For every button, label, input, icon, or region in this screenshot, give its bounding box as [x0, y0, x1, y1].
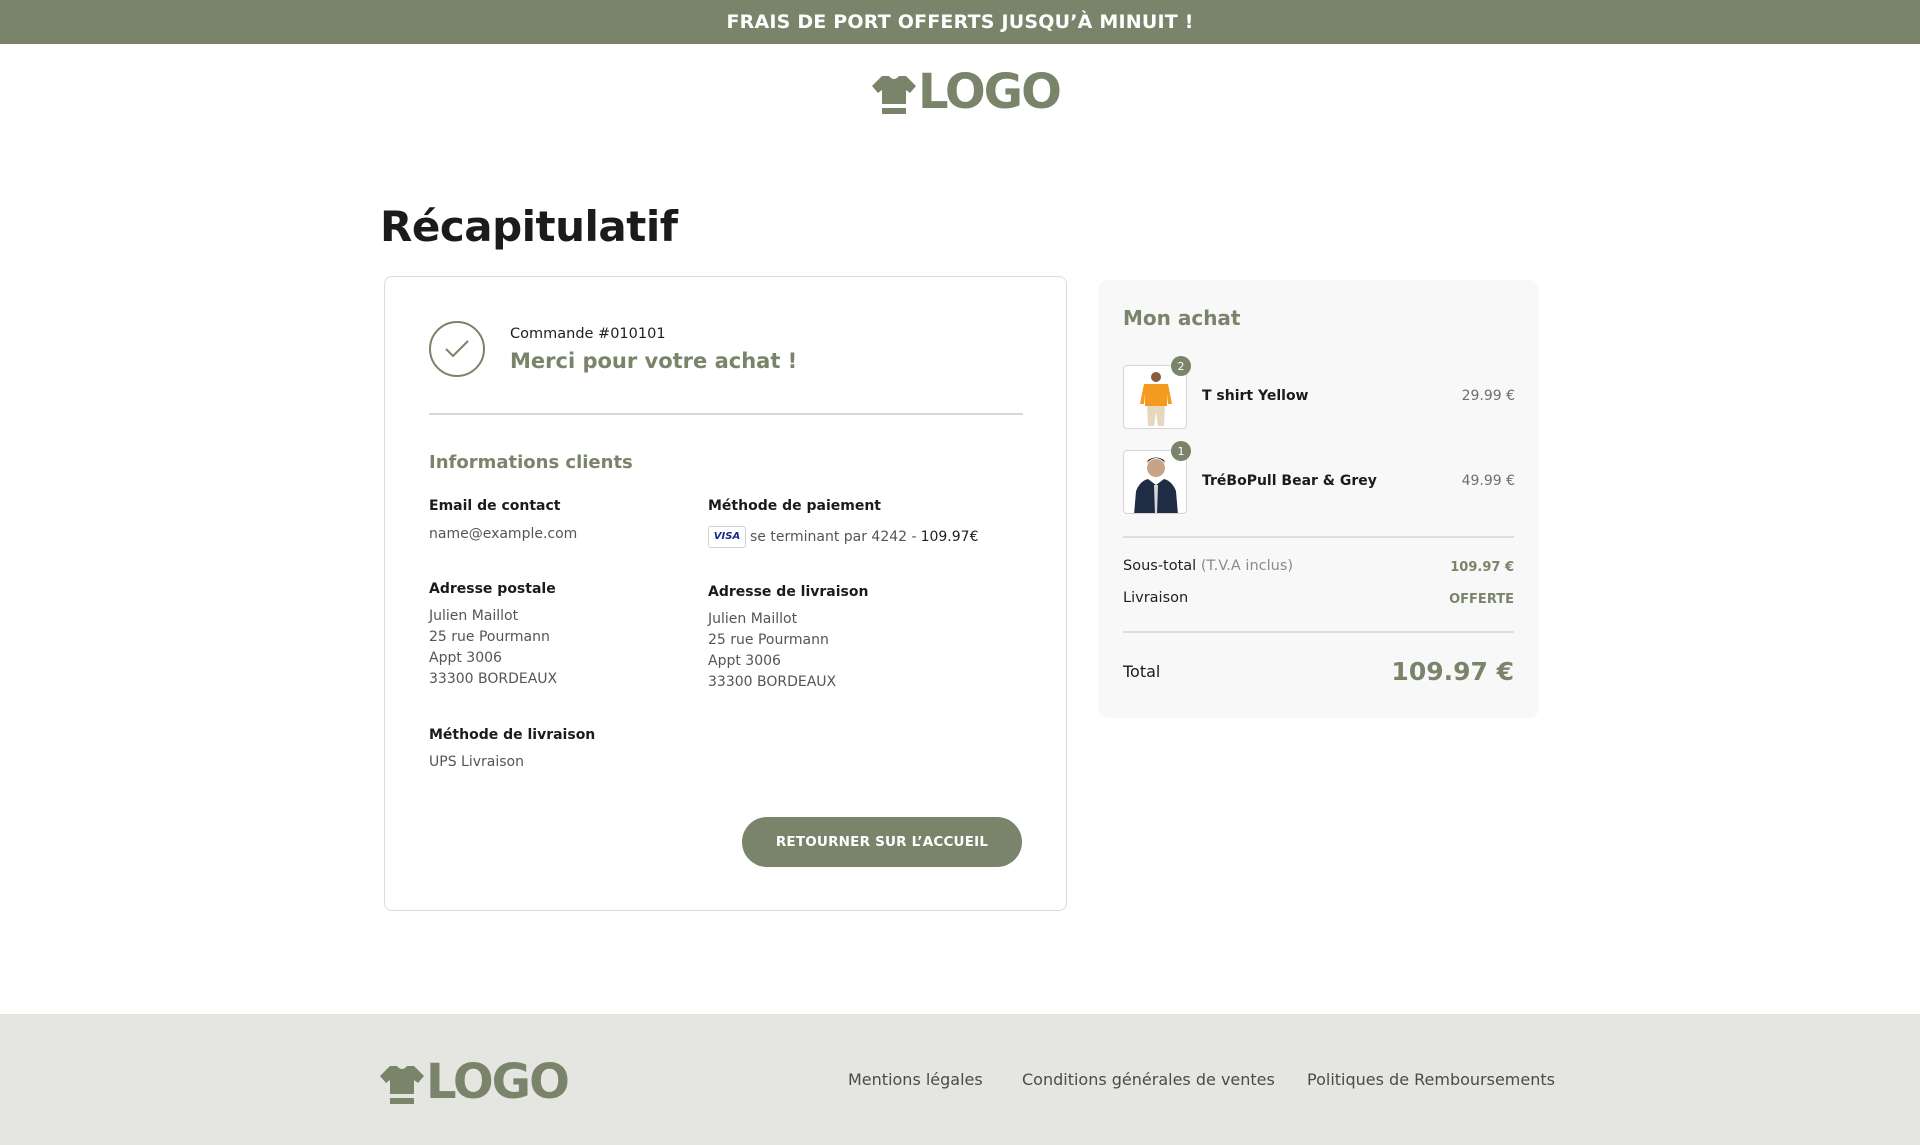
order-confirmation-card: Commande #010101 Merci pour votre achat …: [384, 276, 1067, 911]
postal-line: Appt 3006: [429, 650, 502, 666]
promo-banner: FRAIS DE PORT OFFERTS JUSQU’À MINUIT !: [0, 0, 1920, 44]
order-summary-panel: Mon achat 2 T shirt Yellow 29.99 € 1 Tré…: [1098, 280, 1539, 718]
logo-wordmark: LOGO: [426, 1054, 570, 1110]
delivery-address: Julien Maillot 25 rue Pourmann Appt 3006…: [708, 609, 836, 693]
shipping-method-label: Méthode de livraison: [429, 727, 596, 743]
visa-card-icon: VISA: [708, 526, 746, 548]
delivery-line: 33300 BORDEAUX: [708, 674, 837, 690]
subtotal-note: (T.V.A inclus): [1200, 558, 1294, 574]
footer-link-refunds[interactable]: Politiques de Remboursements: [1307, 1070, 1555, 1089]
postal-line: Julien Maillot: [429, 608, 519, 624]
email-label: Email de contact: [429, 498, 561, 514]
payment-method-value: VISA se terminant par 4242 - 109.97€: [708, 526, 978, 548]
cart-item: 1 TréBoPull Bear & Grey 49.99 €: [1123, 441, 1515, 514]
header-logo[interactable]: LOGO: [872, 64, 1062, 120]
subtotal-label: Sous-total (T.V.A inclus): [1123, 558, 1293, 574]
footer-link-legal[interactable]: Mentions légales: [848, 1070, 983, 1089]
delivery-line: 25 rue Pourmann: [708, 632, 829, 648]
item-name: TréBoPull Bear & Grey: [1202, 473, 1377, 489]
promo-banner-text: FRAIS DE PORT OFFERTS JUSQU’À MINUIT !: [726, 11, 1194, 33]
divider: [1123, 631, 1514, 633]
customer-info-title: Informations clients: [429, 452, 633, 473]
delivery-line: Appt 3006: [708, 653, 781, 669]
payment-text: se terminant par 4242 -: [750, 529, 917, 545]
subtotal-label-text: Sous-total: [1123, 558, 1197, 574]
footer-logo[interactable]: LOGO: [380, 1054, 570, 1110]
email-value: name@example.com: [429, 526, 578, 542]
divider: [429, 413, 1023, 415]
item-price: 49.99 €: [1461, 473, 1515, 489]
item-name: T shirt Yellow: [1202, 388, 1309, 404]
logo-wordmark: LOGO: [918, 64, 1062, 120]
order-number: Commande #010101: [510, 326, 666, 342]
payment-amount: 109.97€: [920, 529, 979, 545]
footer-link-terms[interactable]: Conditions générales de ventes: [1022, 1070, 1275, 1089]
shipping-value: OFFERTE: [1449, 592, 1514, 607]
payment-method-label: Méthode de paiement: [708, 498, 881, 514]
postal-line: 33300 BORDEAUX: [429, 671, 558, 687]
success-check-icon: [429, 321, 485, 377]
total-label: Total: [1123, 662, 1161, 681]
thank-you-message: Merci pour votre achat !: [510, 349, 798, 373]
footer: LOGO Mentions légales Conditions général…: [0, 1014, 1920, 1145]
divider: [1123, 536, 1514, 538]
summary-title: Mon achat: [1123, 306, 1241, 330]
delivery-line: Julien Maillot: [708, 611, 798, 627]
postal-address: Julien Maillot 25 rue Pourmann Appt 3006…: [429, 606, 557, 690]
quantity-badge: 2: [1171, 356, 1191, 376]
tshirt-icon: [380, 1066, 424, 1104]
subtotal-value: 109.97 €: [1450, 560, 1514, 575]
delivery-address-label: Adresse de livraison: [708, 584, 869, 600]
shipping-method-value: UPS Livraison: [429, 754, 524, 770]
total-value: 109.97 €: [1391, 657, 1514, 686]
tshirt-icon: [872, 76, 916, 114]
quantity-badge: 1: [1171, 441, 1191, 461]
item-price: 29.99 €: [1461, 388, 1515, 404]
postal-line: 25 rue Pourmann: [429, 629, 550, 645]
postal-address-label: Adresse postale: [429, 581, 556, 597]
page-title: Récapitulatif: [380, 202, 678, 251]
shipping-label: Livraison: [1123, 590, 1189, 606]
return-home-button[interactable]: RETOURNER SUR L’ACCUEIL: [742, 817, 1022, 867]
cart-item: 2 T shirt Yellow 29.99 €: [1123, 356, 1515, 429]
